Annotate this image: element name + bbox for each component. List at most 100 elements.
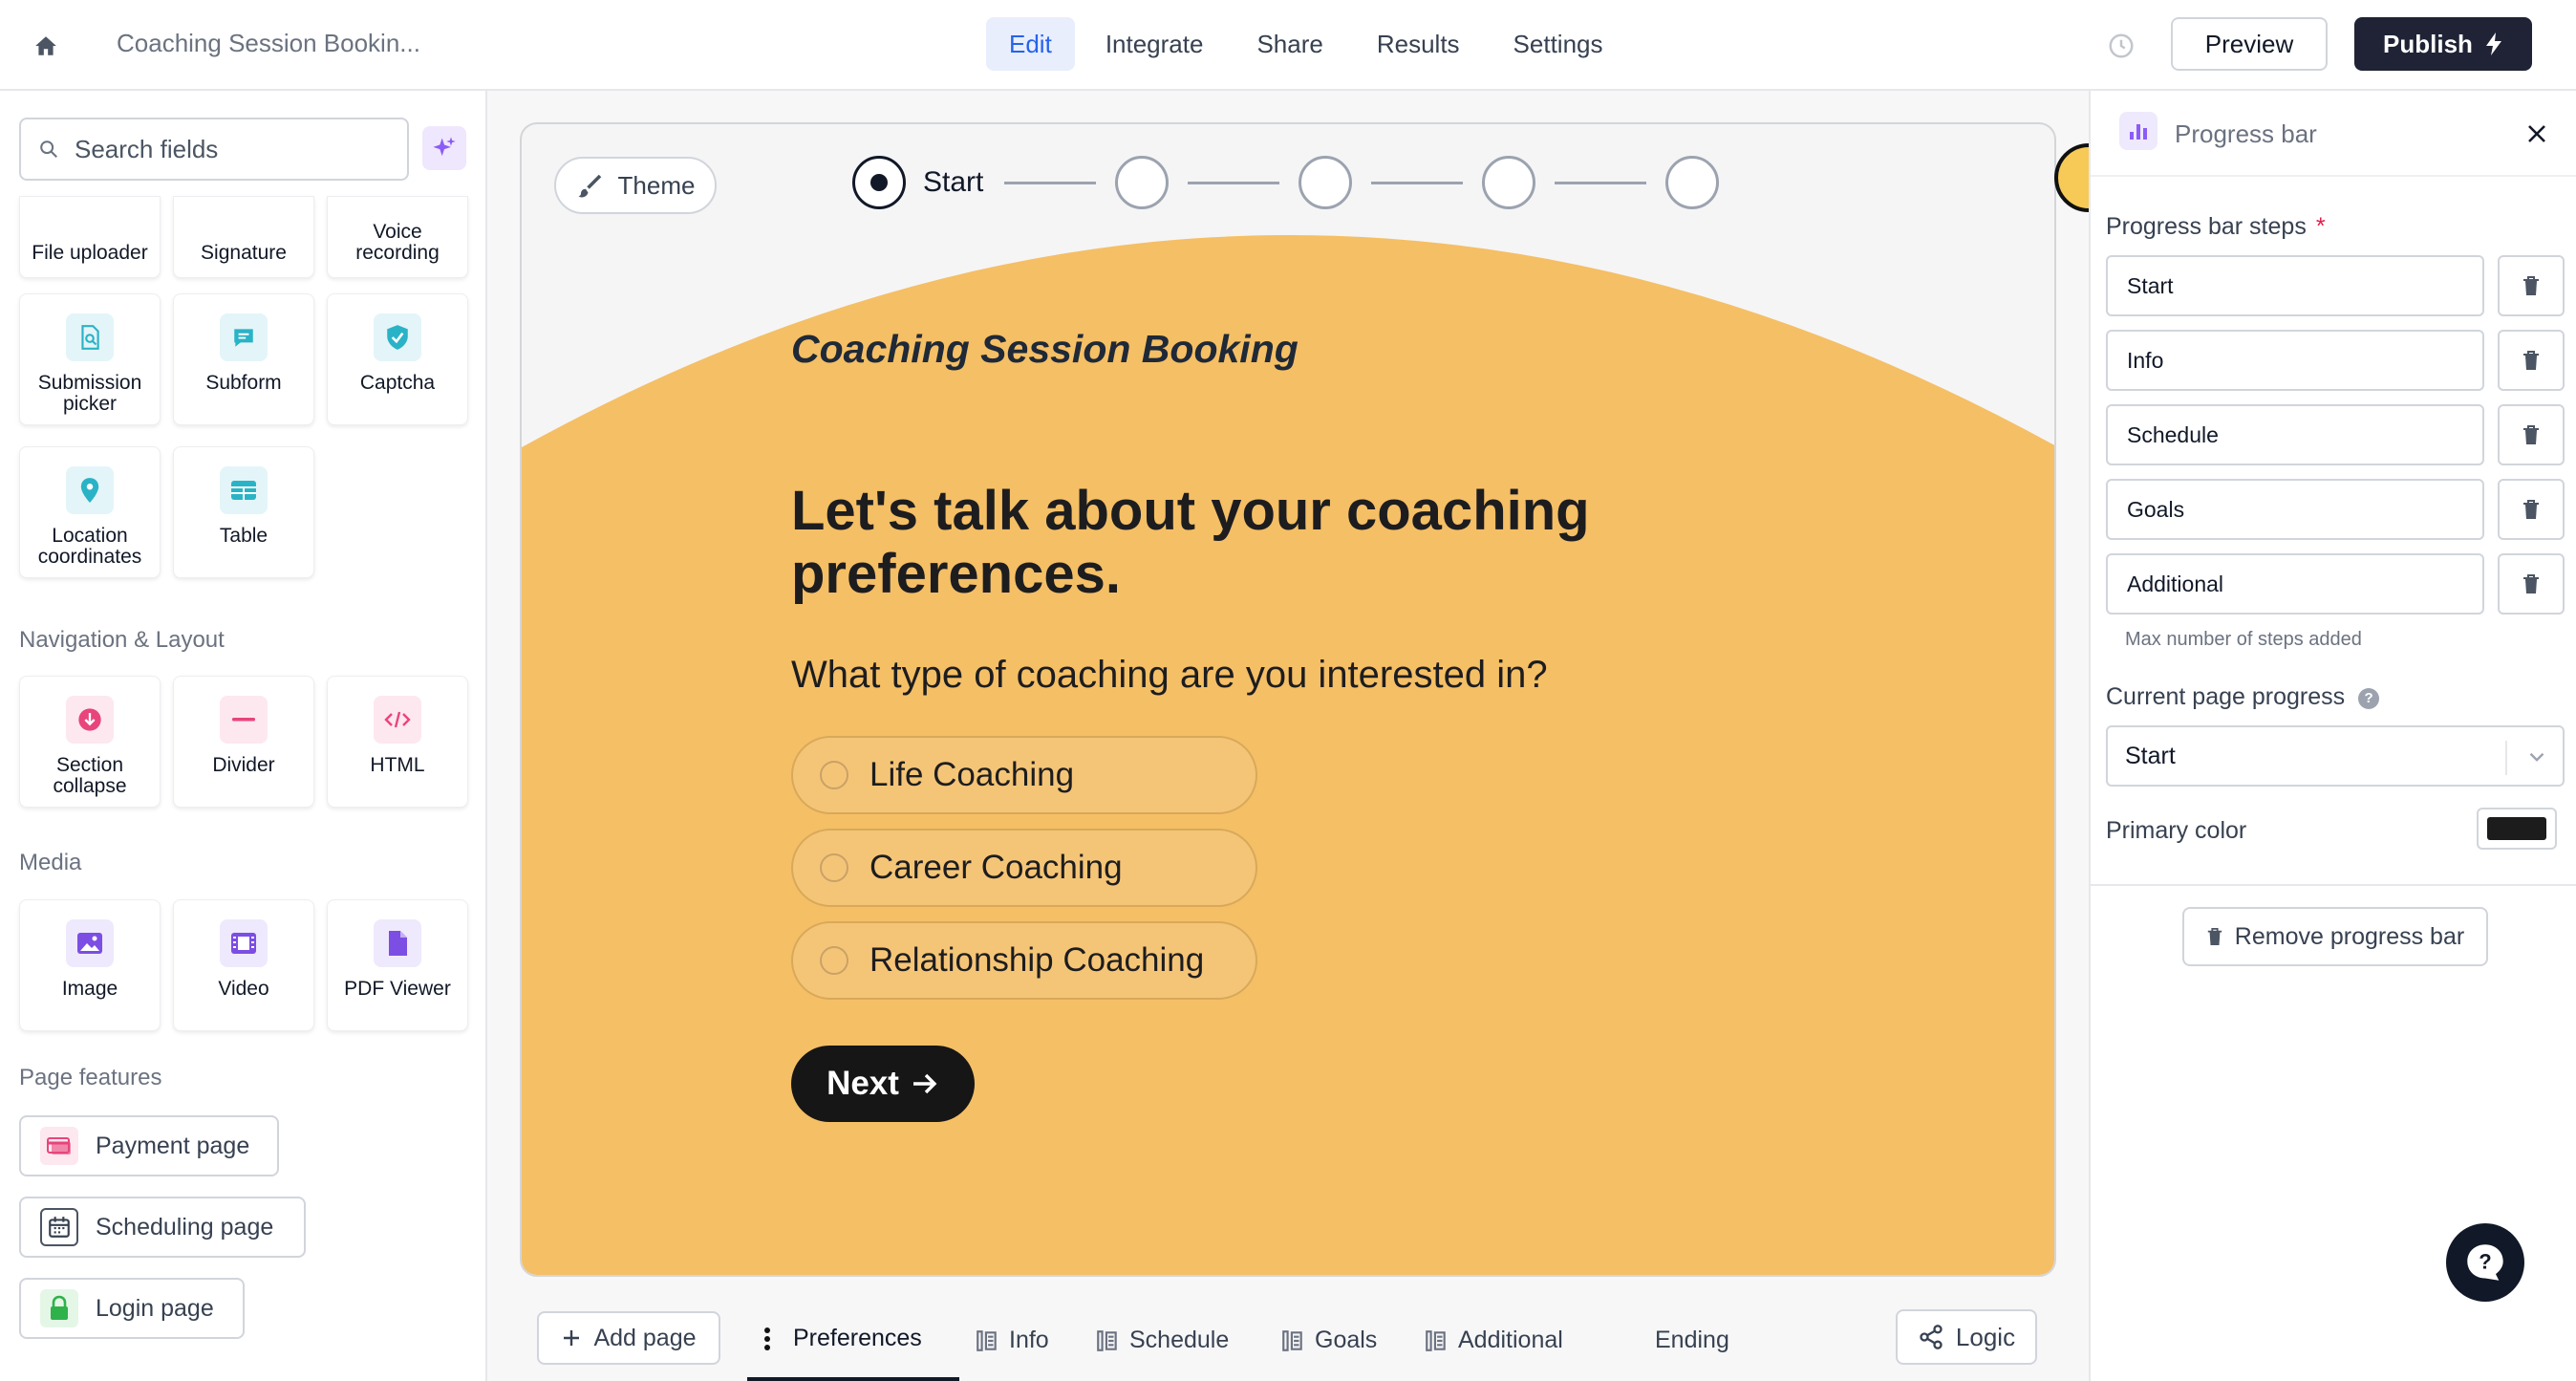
choice-relationship-coaching[interactable]: Relationship Coaching xyxy=(791,921,1257,1000)
section-title-page-features: Page features xyxy=(19,1065,162,1090)
step-input-4[interactable] xyxy=(2106,479,2484,540)
scheduling-page-button[interactable]: Scheduling page xyxy=(19,1197,306,1258)
step-input-3[interactable] xyxy=(2106,404,2484,465)
remove-label: Remove progress bar xyxy=(2234,922,2465,950)
field-label: File uploader xyxy=(32,242,148,264)
help-icon[interactable]: ? xyxy=(2358,687,2380,709)
preview-button[interactable]: Preview xyxy=(2171,17,2328,71)
theme-button[interactable]: Theme xyxy=(554,157,717,214)
tab-ending[interactable]: Ending xyxy=(1655,1300,1729,1381)
publish-button[interactable]: Publish xyxy=(2354,17,2532,71)
main-nav: Edit Integrate Share Results Settings xyxy=(986,17,1626,71)
choice-life-coaching[interactable]: Life Coaching xyxy=(791,736,1257,814)
step-5-indicator[interactable] xyxy=(1665,156,1720,209)
help-chat-button[interactable]: ? xyxy=(2446,1223,2524,1302)
field-divider[interactable]: Divider xyxy=(173,676,314,808)
field-video[interactable]: Video xyxy=(173,899,314,1031)
panel-title: Progress bar xyxy=(2175,119,2317,148)
paintbrush-icon xyxy=(578,174,601,198)
step-1-indicator[interactable] xyxy=(852,156,906,209)
tab-label: Goals xyxy=(1315,1327,1378,1353)
field-label: Location coordinates xyxy=(37,525,142,568)
ai-sparkle-button[interactable] xyxy=(422,126,466,170)
properties-panel: Progress bar Progress bar steps * Max num… xyxy=(2089,91,2576,1381)
nav-settings[interactable]: Settings xyxy=(1491,17,1626,71)
panel-header: Progress bar xyxy=(2091,91,2576,177)
steps-label-text: Progress bar steps xyxy=(2106,213,2307,240)
field-captcha[interactable]: Captcha xyxy=(327,293,468,425)
field-section-collapse[interactable]: Section collapse xyxy=(19,676,161,808)
trash-icon[interactable] xyxy=(2498,479,2565,540)
field-label: Submission picker xyxy=(37,372,142,415)
tab-schedule[interactable]: Schedule xyxy=(1095,1300,1229,1381)
form-name[interactable]: Coaching Session Bookin... xyxy=(117,29,420,58)
current-progress-select[interactable]: Start xyxy=(2106,725,2565,787)
trash-icon xyxy=(2207,928,2222,945)
radio-button[interactable] xyxy=(820,853,848,882)
step-connector xyxy=(1004,181,1097,184)
choice-label: Life Coaching xyxy=(869,756,1075,793)
search-icon xyxy=(40,140,57,158)
logic-button[interactable]: Logic xyxy=(1896,1309,2037,1365)
field-label: Captcha xyxy=(359,372,436,394)
plus-icon xyxy=(564,1330,580,1346)
nav-integrate[interactable]: Integrate xyxy=(1083,17,1227,71)
tab-goals[interactable]: Goals xyxy=(1280,1300,1377,1381)
nav-edit[interactable]: Edit xyxy=(986,17,1075,71)
step-input-5[interactable] xyxy=(2106,553,2484,615)
radio-button[interactable] xyxy=(820,946,848,975)
tab-additional[interactable]: Additional xyxy=(1424,1300,1563,1381)
field-html[interactable]: HTML xyxy=(327,676,468,808)
field-image[interactable]: Image xyxy=(19,899,161,1031)
field-label: PDF Viewer xyxy=(344,978,451,1000)
home-icon[interactable] xyxy=(27,27,65,65)
field-subform[interactable]: Subform xyxy=(173,293,314,425)
step-4-indicator[interactable] xyxy=(1482,156,1536,209)
step-input-1[interactable] xyxy=(2106,255,2484,316)
page-icon xyxy=(1282,1329,1302,1351)
add-page-button[interactable]: Add page xyxy=(537,1311,720,1365)
nav-share[interactable]: Share xyxy=(1234,17,1345,71)
field-location-coordinates[interactable]: Location coordinates xyxy=(19,446,161,578)
close-icon[interactable] xyxy=(2521,118,2553,150)
trash-icon[interactable] xyxy=(2498,404,2565,465)
primary-color-label: Primary color xyxy=(2106,817,2247,844)
payment-page-button[interactable]: Payment page xyxy=(19,1115,279,1176)
remove-progress-bar-button[interactable]: Remove progress bar xyxy=(2182,907,2488,966)
shield-check-icon xyxy=(374,313,421,361)
search-box[interactable] xyxy=(19,118,409,181)
field-table[interactable]: Table xyxy=(173,446,314,578)
field-file-uploader[interactable]: File uploader xyxy=(19,196,161,278)
tab-info[interactable]: Info xyxy=(975,1300,1049,1381)
choice-career-coaching[interactable]: Career Coaching xyxy=(791,829,1257,907)
section-title-navigation: Navigation & Layout xyxy=(19,627,225,653)
nav-results[interactable]: Results xyxy=(1354,17,1483,71)
field-grid-navigation: Section collapse Divider HTML xyxy=(19,676,468,808)
trash-icon[interactable] xyxy=(2498,330,2565,391)
bolt-icon xyxy=(2485,32,2501,55)
page-heading[interactable]: Let's talk about your coaching preferenc… xyxy=(791,480,1651,606)
theme-label: Theme xyxy=(617,170,696,200)
tab-preferences[interactable]: Preferences xyxy=(747,1300,959,1381)
trash-icon[interactable] xyxy=(2498,553,2565,615)
radio-button[interactable] xyxy=(820,761,848,789)
tab-label: Additional xyxy=(1458,1327,1563,1353)
step-input-2[interactable] xyxy=(2106,330,2484,391)
step-3-indicator[interactable] xyxy=(1299,156,1353,209)
page-feature-label: Login page xyxy=(96,1294,214,1322)
field-pdf-viewer[interactable]: PDF Viewer xyxy=(327,899,468,1031)
login-page-button[interactable]: Login page xyxy=(19,1278,245,1339)
history-icon[interactable] xyxy=(2102,27,2140,65)
bar-chart-icon xyxy=(2119,112,2157,150)
field-submission-picker[interactable]: Submission picker xyxy=(19,293,161,425)
tab-label: Ending xyxy=(1655,1327,1729,1353)
primary-color-picker[interactable] xyxy=(2477,808,2557,850)
trash-icon[interactable] xyxy=(2498,255,2565,316)
question-label[interactable]: What type of coaching are you interested… xyxy=(791,654,1548,697)
field-signature[interactable]: Signature xyxy=(173,196,314,278)
next-button[interactable]: Next xyxy=(791,1046,975,1122)
step-2-indicator[interactable] xyxy=(1115,156,1170,209)
field-voice-recording[interactable]: Voice recording xyxy=(327,196,468,278)
form-title[interactable]: Coaching Session Booking xyxy=(791,327,1299,372)
search-input[interactable] xyxy=(75,134,380,164)
